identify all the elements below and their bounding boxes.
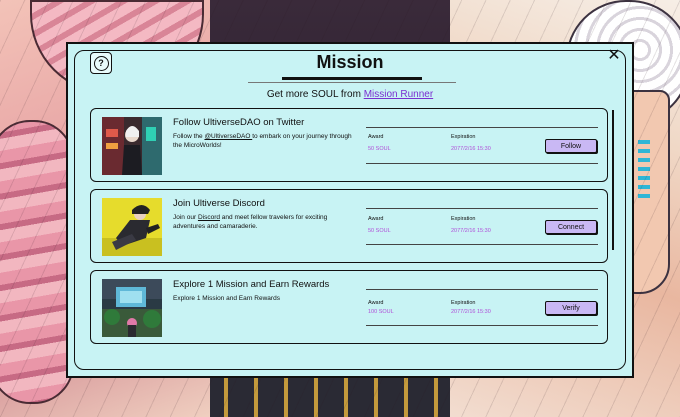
modal-subtitle: Get more SOUL from Mission Runner (68, 89, 632, 100)
mission-title: Explore 1 Mission and Earn Rewards (173, 279, 330, 290)
mission-title: Follow UltiverseDAO on Twitter (173, 117, 305, 128)
divider (366, 244, 598, 245)
scrollbar[interactable] (612, 110, 614, 250)
twitter-handle-link[interactable]: @UltiverseDAO (204, 133, 252, 140)
mission-thumbnail (102, 279, 162, 337)
mission-runner-link[interactable]: Mission Runner (364, 89, 433, 100)
connect-button[interactable]: Connect (545, 220, 597, 234)
expiration-value: 2077/2/16 15:30 (451, 146, 491, 152)
expiration-label: Expiration (451, 300, 476, 306)
mission-thumbnail (102, 117, 162, 175)
divider (366, 163, 598, 164)
expiration-label: Expiration (451, 216, 476, 222)
title-underline (282, 77, 422, 80)
divider (366, 325, 598, 326)
award-value: 50 SOUL (368, 146, 391, 152)
mission-title: Join Ultiverse Discord (173, 198, 265, 209)
award-label: Award (368, 134, 384, 140)
mission-card-twitter: Follow UltiverseDAO on Twitter Follow th… (90, 108, 608, 182)
expiration-value: 2077/2/16 15:30 (451, 309, 491, 315)
divider (366, 127, 598, 128)
mission-description: Explore 1 Mission and Earn Rewards (173, 295, 280, 302)
discord-link[interactable]: Discord (198, 214, 220, 221)
award-label: Award (368, 300, 384, 306)
award-label: Award (368, 216, 384, 222)
mission-description: Join our Discord and meet fellow travele… (173, 214, 328, 230)
divider (366, 208, 598, 209)
verify-button[interactable]: Verify (545, 301, 597, 315)
mission-thumbnail (102, 198, 162, 256)
award-value: 100 SOUL (368, 309, 394, 315)
mission-card-discord: Join Ultiverse Discord Join our Discord … (90, 189, 608, 263)
follow-button[interactable]: Follow (545, 139, 597, 153)
subtitle-text: Get more SOUL from (266, 89, 364, 100)
divider (366, 289, 598, 290)
expiration-label: Expiration (451, 134, 476, 140)
expiration-value: 2077/2/16 15:30 (451, 228, 491, 234)
award-value: 50 SOUL (368, 228, 391, 234)
mission-card-explore: Explore 1 Mission and Earn Rewards Explo… (90, 270, 608, 344)
modal-title: Mission (316, 52, 384, 72)
title-divider (248, 82, 456, 83)
mission-modal: ? ✕ Mission Get more SOUL from Mission R… (66, 42, 634, 378)
mission-description: Follow the @UltiverseDAO to embark on yo… (173, 133, 352, 149)
